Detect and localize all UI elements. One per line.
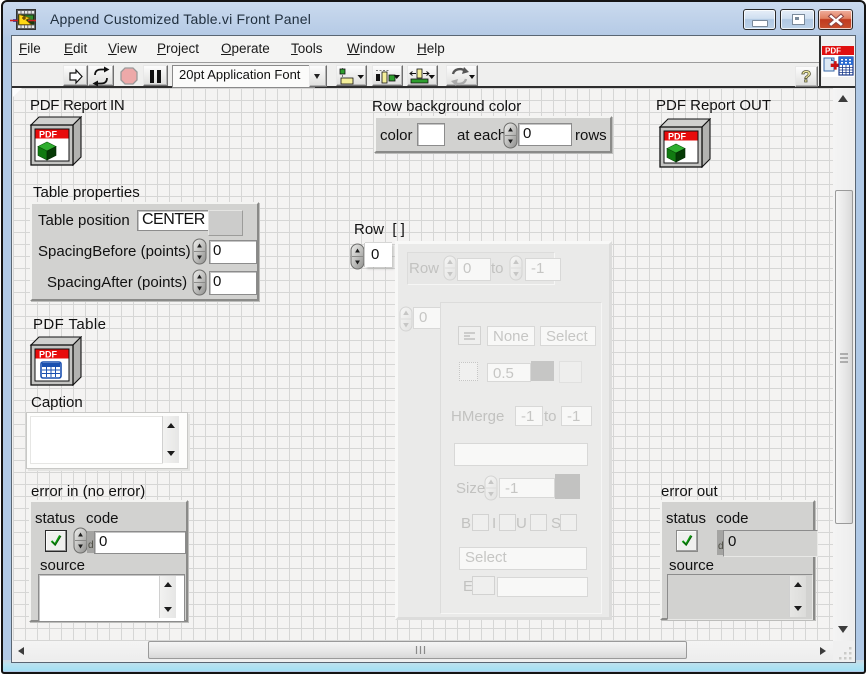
svg-text:PDF: PDF	[39, 130, 58, 140]
svg-text:PDF: PDF	[668, 132, 687, 142]
svg-text:PDF: PDF	[39, 350, 58, 360]
svg-text:PDF: PDF	[825, 47, 841, 56]
